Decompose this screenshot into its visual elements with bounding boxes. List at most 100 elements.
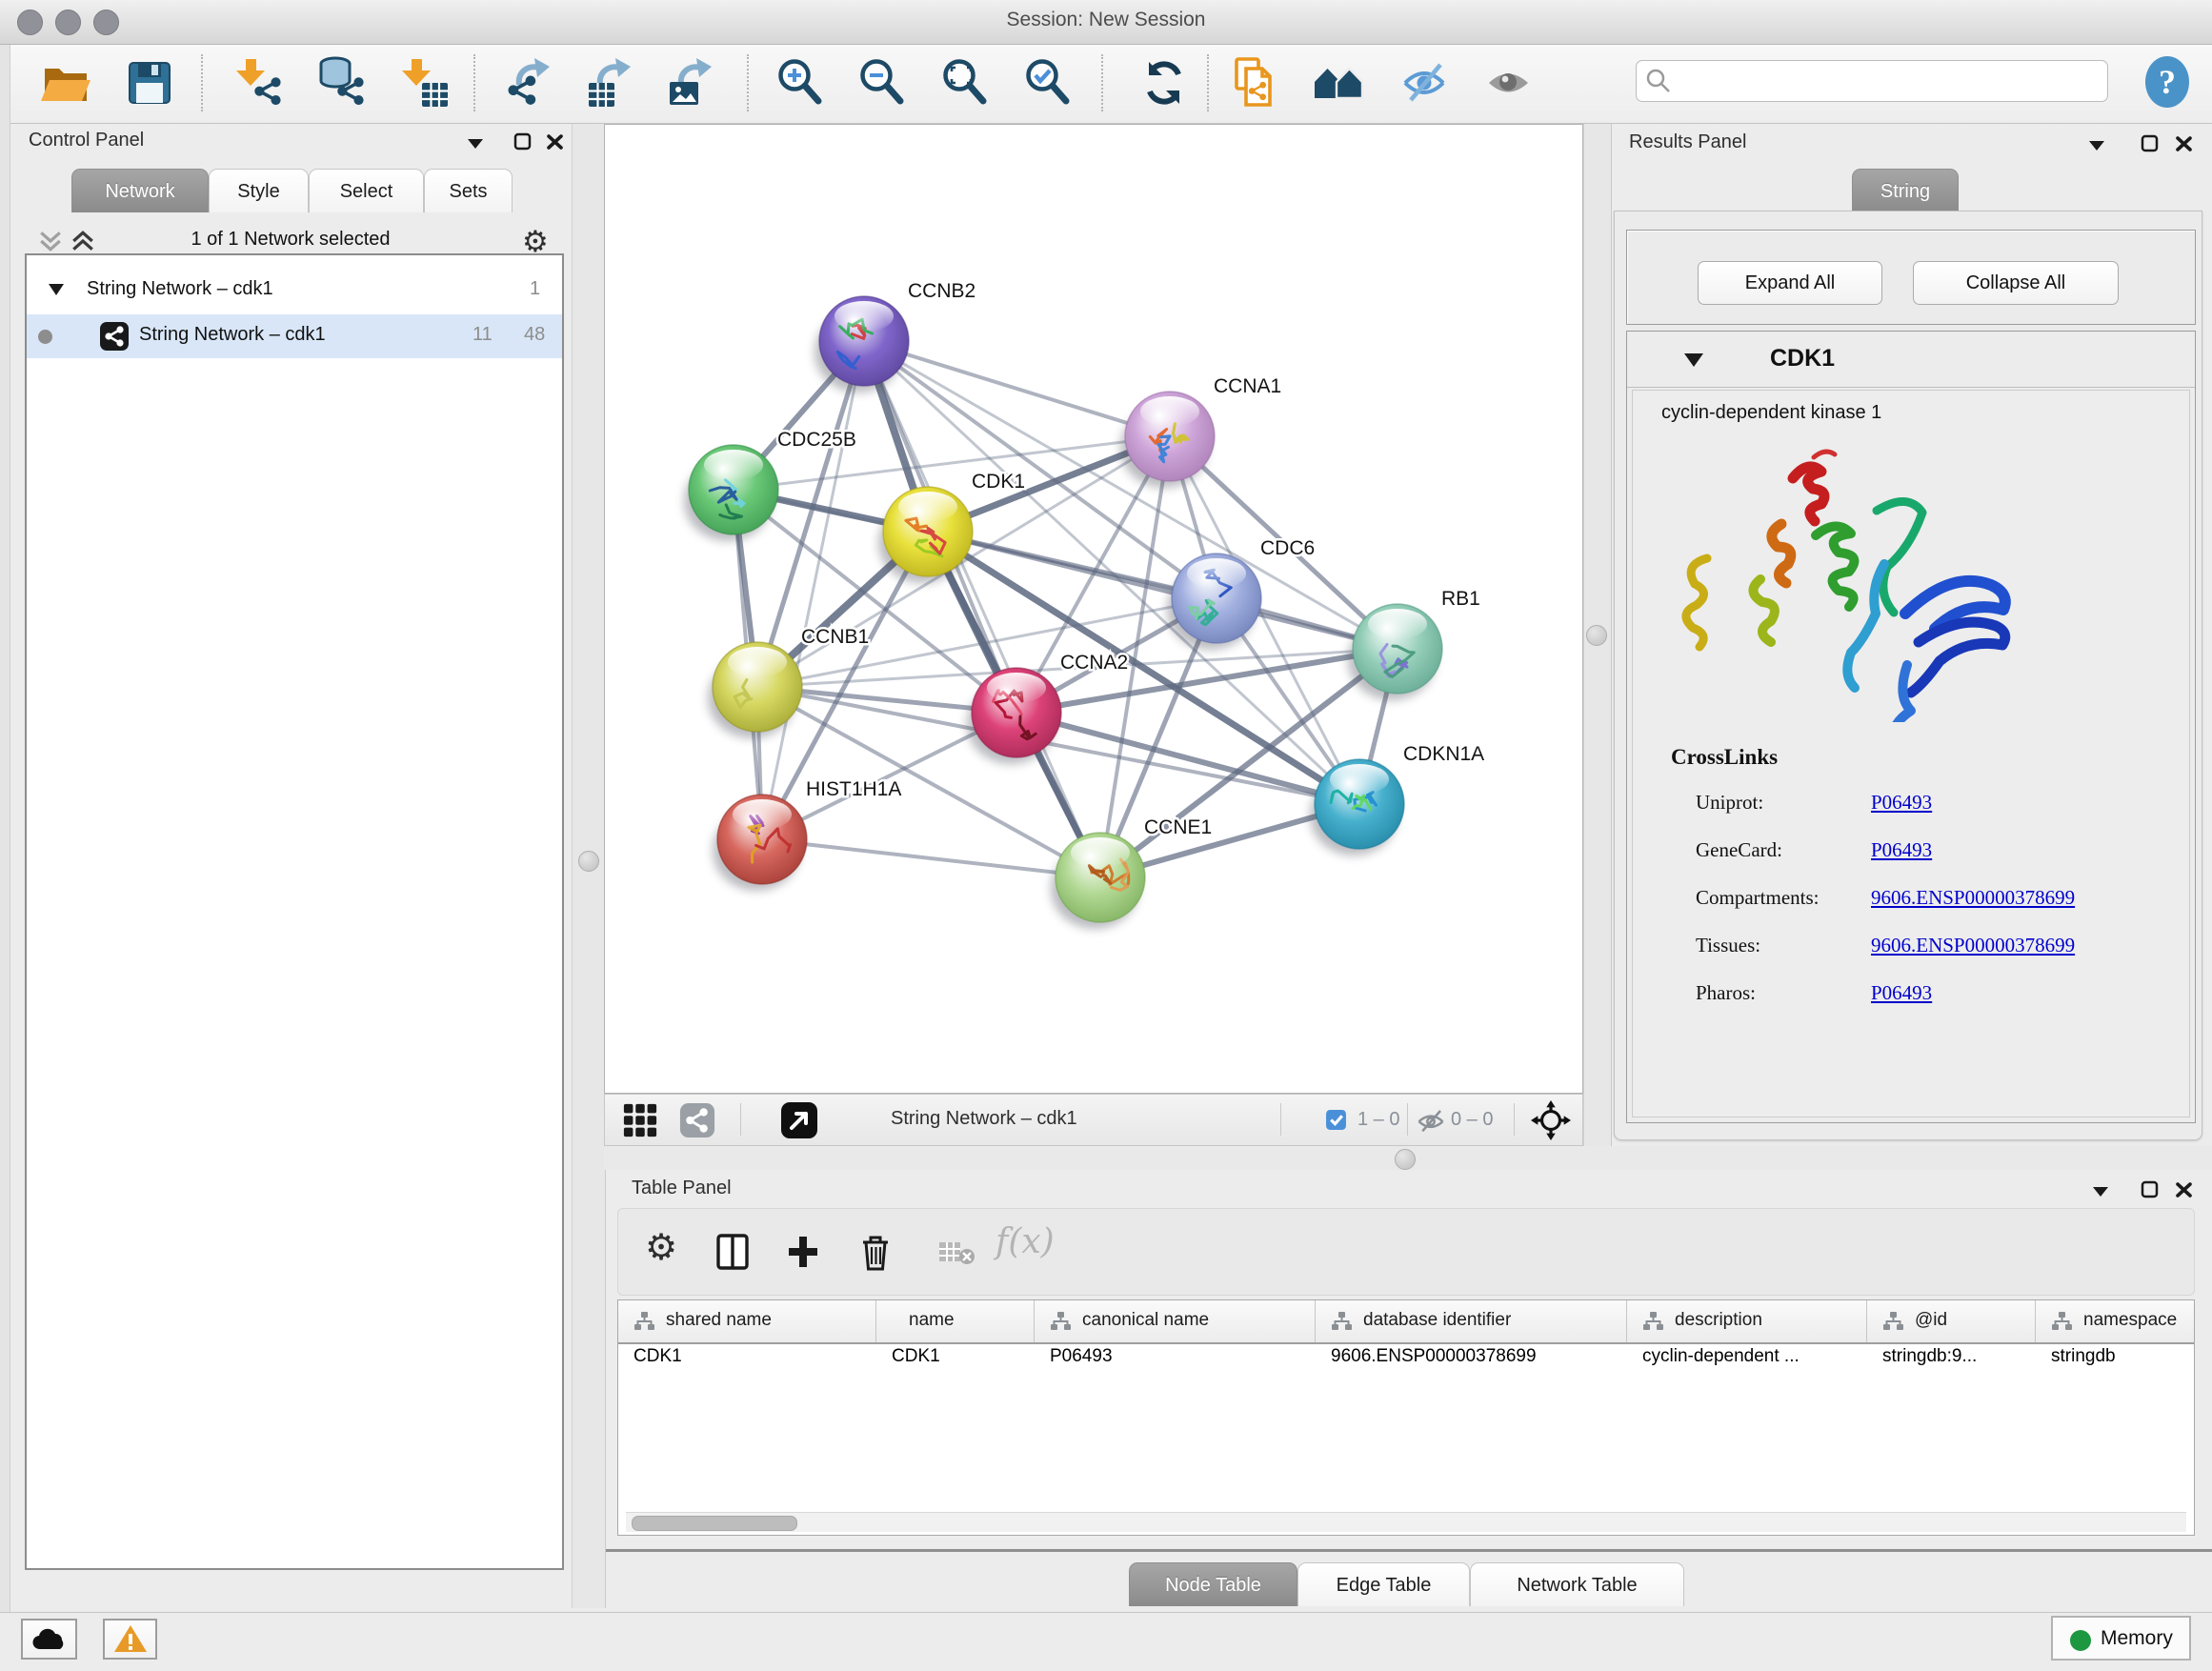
tab-select[interactable]: Select [309,169,424,212]
table-cell[interactable]: stringdb [2051,1346,2192,1384]
memory-button[interactable]: Memory [2051,1616,2191,1661]
titlebar: Session: New Session [0,0,2212,45]
selected-checkbox-icon[interactable] [1325,1109,1347,1131]
network-node-CDK1[interactable]: CDK1 [878,471,1025,583]
hidden-eye-icon[interactable] [1417,1106,1445,1135]
import-network-icon [231,56,285,110]
table-settings-gear-icon[interactable]: ⚙ [645,1226,677,1268]
node-label-CDC6: CDC6 [1260,537,1315,559]
tab-node-table[interactable]: Node Table [1129,1562,1297,1606]
import-network-button[interactable] [231,56,285,110]
results-panel-menu-icon[interactable] [2086,135,2107,156]
delete-column-trash-icon[interactable] [858,1234,893,1272]
collection-count: 1 [530,278,540,300]
network-node-CDC6[interactable]: CDC6 [1167,537,1315,650]
save-session-button[interactable] [123,56,176,110]
column-header-shared-name[interactable]: shared name [618,1300,876,1342]
table-cell[interactable]: stringdb:9... [1882,1346,2032,1384]
column-header-canonical-name[interactable]: canonical name [1035,1300,1316,1342]
search-input[interactable] [1636,60,2108,102]
import-database-button[interactable] [314,56,368,110]
tab-network-table[interactable]: Network Table [1470,1562,1684,1606]
table-cell[interactable]: CDK1 [892,1346,1031,1384]
table-cell[interactable]: P06493 [1050,1346,1312,1384]
network-collection-row[interactable]: String Network – cdk1 1 [27,269,562,312]
splitter-handle-bottom[interactable] [1395,1149,1416,1170]
tab-style[interactable]: Style [209,169,309,212]
zoom-fit-button[interactable] [938,56,992,110]
network-node-CCNB2[interactable]: CCNB2 [814,280,975,393]
home-button[interactable] [1313,56,1366,110]
eye-slash-button[interactable] [1400,56,1454,110]
tab-edge-table[interactable]: Edge Table [1297,1562,1470,1606]
eye-disabled-button [1484,56,1538,110]
expand-all-button[interactable]: Expand All [1698,261,1882,305]
table-panel-menu-icon[interactable] [2090,1181,2111,1202]
network-node-RB1[interactable]: RB1 [1348,588,1480,700]
import-table-button[interactable] [397,56,451,110]
export-network-icon [504,56,557,110]
warning-status-button[interactable] [103,1619,157,1660]
tab-network[interactable]: Network [71,169,209,212]
column-header-name[interactable]: name [876,1300,1035,1342]
collapse-section-icon[interactable] [1682,351,1705,370]
zoom-in-button[interactable] [774,56,827,110]
table-cell[interactable]: 9606.ENSP00000378699 [1331,1346,1623,1384]
network-view-canvas[interactable]: CCNB2CCNA1CDC25BCDK1CDC6RB1CCNB1CCNA2CDK… [604,124,1583,1094]
protein-structure-image [1661,436,2061,722]
table-cell[interactable]: cyclin-dependent ... [1642,1346,1863,1384]
birds-eye-view-icon[interactable] [780,1101,818,1139]
control-panel-float-icon[interactable] [513,131,533,152]
network-thumbnail-icon[interactable] [679,1102,715,1138]
network-row-selected[interactable]: String Network – cdk1 11 48 [27,314,562,358]
open-session-button[interactable] [39,56,92,110]
control-panel-close-icon[interactable] [545,131,566,152]
node-label-CCNB2: CCNB2 [908,280,975,302]
string-protein-query-button[interactable] [1230,56,1283,110]
splitter-handle-right[interactable] [1586,625,1607,646]
column-header-namespace[interactable]: namespace [2036,1300,2195,1342]
export-table-button[interactable] [585,56,638,110]
cloud-status-button[interactable] [21,1619,77,1660]
results-panel-float-icon[interactable] [2140,133,2161,154]
export-image-button[interactable] [666,56,719,110]
show-columns-icon[interactable] [715,1234,750,1270]
window-title: Session: New Session [0,9,2212,31]
table-horizontal-scrollbar[interactable] [626,1512,2186,1532]
toolbar-separator [1207,54,1209,111]
results-panel-close-icon[interactable] [2174,133,2195,154]
tab-sets[interactable]: Sets [424,169,513,212]
help-button[interactable]: ? [2143,54,2191,110]
control-panel-menu-icon[interactable] [465,133,486,154]
column-header-description[interactable]: description [1627,1300,1867,1342]
scrollbar-thumb[interactable] [632,1516,797,1531]
splitter-handle-left[interactable] [578,851,599,872]
crosslink-link[interactable]: 9606.ENSP00000378699 [1871,886,2075,910]
table-panel-close-icon[interactable] [2174,1179,2195,1200]
grid-view-icon[interactable] [622,1102,658,1138]
fit-selected-crosshair-icon[interactable] [1531,1100,1571,1140]
zoom-out-button[interactable] [855,56,909,110]
node-details-header[interactable]: CDK1 [1627,332,2195,388]
export-network-button[interactable] [504,56,557,110]
tab-string[interactable]: String [1852,169,1959,212]
network-node-HIST1H1A[interactable]: HIST1H1A [713,778,901,891]
control-panel-title: Control Panel [29,130,144,151]
crosslink-row: Uniprot:P06493 [1633,791,2189,825]
crosslink-link[interactable]: P06493 [1871,838,1932,862]
zoom-selected-button[interactable] [1021,56,1075,110]
column-header-database-identifier[interactable]: database identifier [1316,1300,1627,1342]
crosslink-link[interactable]: P06493 [1871,791,1932,815]
add-column-icon[interactable] [786,1234,820,1270]
column-header--id[interactable]: @id [1867,1300,2036,1342]
refresh-button[interactable] [1137,56,1191,110]
crosslink-link[interactable]: 9606.ENSP00000378699 [1871,934,2075,957]
network-node-CCNA1[interactable]: CCNA1 [1120,375,1281,488]
crosslink-link[interactable]: P06493 [1871,981,1932,1005]
collapse-all-button[interactable]: Collapse All [1913,261,2119,305]
node-label-CDC25B: CDC25B [777,429,856,451]
table-cell[interactable]: CDK1 [633,1346,873,1384]
tree-expander-icon[interactable] [47,281,66,298]
table-panel-float-icon[interactable] [2140,1179,2161,1200]
control-panel: Control Panel NetworkStyleSelectSets 1 o… [10,124,572,1608]
